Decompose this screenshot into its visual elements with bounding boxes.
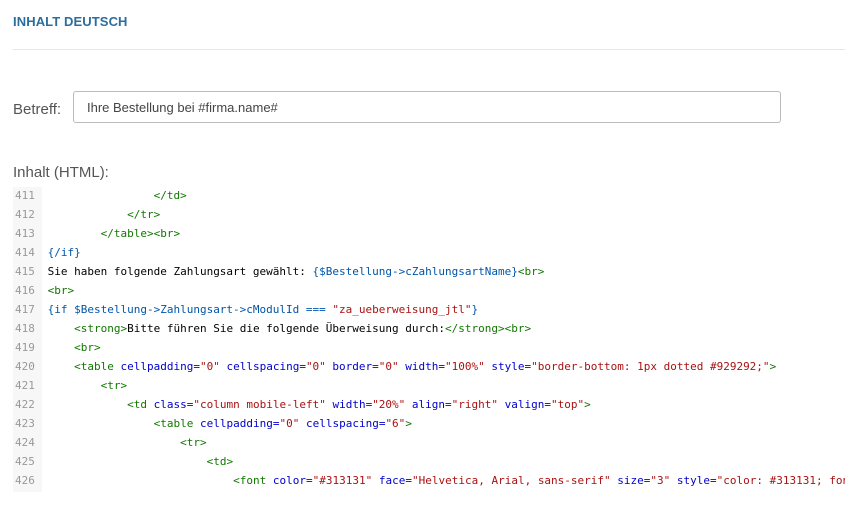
code-line: 424 <tr>	[13, 433, 845, 452]
code-text: <tr>	[36, 433, 207, 452]
code-token: "0"	[305, 360, 326, 373]
code-line: 421 <tr>	[13, 376, 845, 395]
code-token: "right"	[451, 398, 499, 411]
code-token: "3"	[650, 474, 671, 487]
code-token: "0"	[199, 360, 220, 373]
code-line: 423 <table cellpadding="0" cellspacing="…	[13, 414, 845, 433]
code-token: <tr>	[100, 379, 128, 392]
subject-input-value: Ihre Bestellung bei #firma.name#	[87, 99, 278, 115]
code-line: 425 <td>	[13, 452, 845, 471]
subject-input[interactable]: Ihre Bestellung bei #firma.name#	[73, 91, 781, 123]
section-divider	[13, 49, 845, 50]
code-token: style=	[484, 360, 532, 373]
code-text: </td>	[36, 187, 187, 205]
code-token: {/if}	[47, 246, 81, 259]
code-token: >	[769, 360, 777, 373]
code-token: "top"	[551, 398, 585, 411]
code-token: <table	[74, 360, 121, 373]
code-line: 422 <td class="column mobile-left" width…	[13, 395, 845, 414]
code-token: <tr>	[180, 436, 207, 449]
code-token: <td>	[206, 455, 234, 468]
code-token: <br>	[47, 284, 75, 297]
code-token: "za_ueberweisung_jtl"	[332, 303, 472, 316]
code-token: cellspacing=	[219, 360, 306, 373]
code-line: 413 </table><br>	[13, 224, 845, 243]
code-token: "20%"	[372, 398, 406, 411]
code-token: cellspacing=	[299, 417, 386, 430]
code-token: >	[405, 417, 412, 430]
code-line: 420 <table cellpadding="0" cellspacing="…	[13, 357, 845, 376]
code-text: {if $Bestellung->Zahlungsart->cModulId =…	[36, 300, 478, 319]
code-token: width=	[398, 360, 446, 373]
code-token: Bitte führen Sie die folgende Überweisun…	[127, 322, 445, 335]
code-text: <strong>Bitte führen Sie die folgende Üb…	[36, 319, 531, 338]
code-text: </table><br>	[36, 224, 180, 243]
code-token: "color: #313131; fon	[716, 474, 845, 487]
code-token: <td	[127, 398, 154, 411]
code-text: </tr>	[36, 205, 160, 224]
code-line: 417 {if $Bestellung->Zahlungsart->cModul…	[13, 300, 845, 319]
code-token: }	[471, 303, 479, 316]
code-token: valign=	[498, 398, 552, 411]
code-token: <font	[233, 474, 273, 487]
code-text: <br>	[36, 281, 75, 300]
code-line: 426 <font color="#313131" face="Helvetic…	[13, 471, 845, 490]
code-token: border=	[325, 360, 379, 373]
code-token: "Helvetica, Arial, sans-serif"	[411, 474, 611, 487]
code-token: face=	[372, 474, 412, 487]
code-token: {$Bestellung->cZahlungsartName}	[312, 265, 518, 278]
code-token: "column mobile-left"	[193, 398, 326, 411]
code-token: "border-bottom: 1px dotted #929292;"	[531, 360, 770, 373]
code-token: class=	[153, 398, 194, 411]
code-line: 416 <br>	[13, 281, 845, 300]
code-token: </td>	[153, 189, 187, 202]
code-line: 418 <strong>Bitte führen Sie die folgend…	[13, 319, 845, 338]
code-text: <td class="column mobile-left" width="20…	[36, 395, 591, 414]
code-text: <td>	[36, 452, 234, 471]
code-token: cellpadding=	[120, 360, 200, 373]
code-token: {if $Bestellung->Zahlungsart->cModulId =…	[47, 303, 333, 316]
code-token: "#313131"	[312, 474, 373, 487]
code-line: 419 <br>	[13, 338, 845, 357]
code-token: "6"	[385, 417, 406, 430]
code-text: Sie haben folgende Zahlungsart gewählt: …	[36, 262, 545, 281]
code-text: <table cellpadding="0" cellspacing="0" b…	[36, 357, 776, 376]
code-line: 414 {/if}	[13, 243, 845, 262]
code-token: "0"	[279, 417, 300, 430]
code-token: <strong>	[74, 322, 128, 335]
code-token: </tr>	[127, 208, 161, 221]
code-token: "0"	[378, 360, 399, 373]
code-token: size=	[610, 474, 651, 487]
code-line: 412 </tr>	[13, 205, 845, 224]
content-label: Inhalt (HTML):	[13, 164, 109, 181]
code-token: "100%"	[445, 360, 485, 373]
code-line: 415 Sie haben folgende Zahlungsart gewäh…	[13, 262, 845, 281]
section-title: INHALT DEUTSCH	[13, 14, 128, 29]
code-token: <br>	[517, 265, 545, 278]
code-text: <tr>	[36, 376, 128, 395]
subject-label: Betreff:	[13, 101, 62, 118]
code-token: Sie haben folgende Zahlungsart gewählt:	[47, 265, 313, 278]
code-token: style=	[670, 474, 717, 487]
code-text: <table cellpadding="0" cellspacing="6">	[36, 414, 412, 433]
code-text: <font color="#313131" face="Helvetica, A…	[36, 471, 845, 490]
code-token: align=	[405, 398, 452, 411]
code-token: <br>	[74, 341, 101, 354]
code-token: width=	[325, 398, 373, 411]
code-token: color=	[272, 474, 313, 487]
html-code-editor[interactable]: 411 </td> 412 </tr> 413 </table><br> 414 {/…	[13, 187, 845, 492]
code-text: <br>	[36, 338, 101, 357]
code-token: >	[584, 398, 591, 411]
code-line: 411 </td>	[13, 187, 845, 205]
code-token: </strong><br>	[445, 322, 532, 335]
code-token: cellpadding=	[199, 417, 280, 430]
code-token: </table><br>	[100, 227, 181, 240]
code-text: {/if}	[36, 243, 81, 262]
code-token: <table	[153, 417, 200, 430]
